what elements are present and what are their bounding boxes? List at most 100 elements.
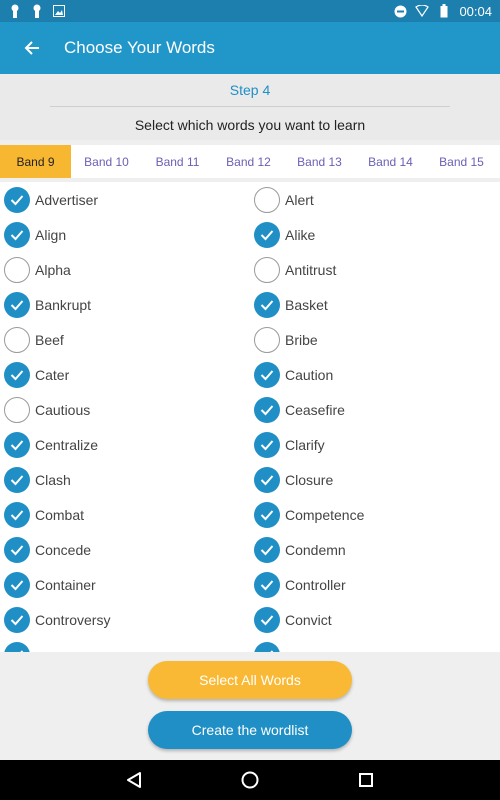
step-label: Step 4 (229, 82, 271, 98)
checkbox-checked-icon[interactable] (4, 466, 30, 493)
word-item[interactable]: Controversy (0, 602, 250, 637)
word-label: Competence (285, 506, 365, 523)
wifi-icon (415, 4, 430, 18)
checkbox-unchecked-icon[interactable] (4, 326, 30, 353)
select-all-button[interactable]: Select All Words (148, 661, 352, 699)
word-item[interactable]: Clarify (250, 427, 500, 462)
word-label: Alike (285, 226, 316, 243)
word-item[interactable]: Centralize (0, 427, 250, 462)
word-item[interactable]: Bribe (250, 322, 500, 357)
word-item[interactable]: Caution (250, 357, 500, 392)
word-item[interactable]: Cautious (0, 392, 250, 427)
word-item[interactable]: Alert (250, 182, 500, 217)
nav-home-button[interactable] (238, 768, 262, 792)
word-item[interactable]: Align (0, 217, 250, 252)
checkbox-checked-icon[interactable] (4, 186, 30, 213)
word-item[interactable]: Alike (250, 217, 500, 252)
app-bar: Choose Your Words (0, 22, 500, 74)
do-not-disturb-icon (393, 4, 407, 18)
word-item[interactable]: Ceasefire (250, 392, 500, 427)
word-label: Alpha (35, 261, 71, 278)
word-label: Controller (285, 576, 346, 593)
tab-band-15[interactable]: Band 15 (426, 145, 497, 178)
word-label: Antitrust (285, 261, 337, 278)
back-button[interactable] (0, 22, 64, 74)
checkbox-checked-icon[interactable] (4, 431, 30, 458)
word-label: Advertiser (35, 191, 99, 208)
word-item[interactable]: Convict (250, 602, 500, 637)
checkbox-checked-icon[interactable] (254, 396, 280, 423)
tab-band-12[interactable]: Band 12 (213, 145, 284, 178)
tab-band-14[interactable]: Band 14 (355, 145, 426, 178)
battery-icon (437, 4, 451, 18)
word-item[interactable]: Beef (0, 322, 250, 357)
checkbox-unchecked-icon[interactable] (4, 256, 30, 283)
checkbox-checked-icon[interactable] (4, 641, 30, 652)
word-list: Advertiser Align Alpha Bankrupt Beef Cater Cau… (0, 182, 500, 652)
nav-recents-button[interactable] (354, 768, 378, 792)
word-label: Basket (285, 296, 328, 313)
checkbox-checked-icon[interactable] (4, 221, 30, 248)
word-item[interactable]: Competence (250, 497, 500, 532)
word-item[interactable]: Antitrust (250, 252, 500, 287)
checkbox-checked-icon[interactable] (254, 606, 280, 633)
checkbox-checked-icon[interactable] (254, 291, 280, 318)
word-item[interactable]: Controller (250, 567, 500, 602)
word-label: Centralize (35, 436, 99, 453)
word-item[interactable]: Container (0, 567, 250, 602)
word-label: Container (35, 576, 96, 593)
checkbox-checked-icon[interactable] (254, 501, 280, 528)
arrow-back-icon (24, 41, 39, 55)
checkbox-checked-icon[interactable] (254, 221, 280, 248)
word-item[interactable]: Concede (0, 532, 250, 567)
word-label: Convict (285, 611, 332, 628)
keyhole-icon (30, 4, 44, 18)
checkbox-unchecked-icon[interactable] (254, 326, 280, 353)
nav-back-button[interactable] (122, 768, 146, 792)
word-label: Align (35, 226, 67, 243)
word-item[interactable]: Advertiser (0, 182, 250, 217)
create-wordlist-button[interactable]: Create the wordlist (148, 711, 352, 749)
checkbox-checked-icon[interactable] (4, 361, 30, 388)
tab-band-13[interactable]: Band 13 (284, 145, 355, 178)
word-label: Clarify (285, 436, 325, 453)
word-label: Condemn (285, 541, 346, 558)
word-item[interactable]: Bankrupt (0, 287, 250, 322)
tab-band-9[interactable]: Band 9 (0, 145, 71, 178)
word-item[interactable]: Cater (0, 357, 250, 392)
word-label: Cautious (35, 401, 91, 418)
checkbox-checked-icon[interactable] (254, 536, 280, 563)
checkbox-unchecked-icon[interactable] (254, 186, 280, 213)
tab-band-10[interactable]: Band 10 (71, 145, 142, 178)
word-item[interactable]: Clash (0, 462, 250, 497)
word-item[interactable] (0, 637, 250, 652)
checkbox-checked-icon[interactable] (4, 291, 30, 318)
word-label: Combat (35, 506, 85, 523)
checkbox-checked-icon[interactable] (254, 571, 280, 598)
tab-band-11[interactable]: Band 11 (142, 145, 213, 178)
band-tabs: Band 9 Band 10 Band 11 Band 12 Band 13 B… (0, 145, 500, 178)
checkbox-checked-icon[interactable] (254, 466, 280, 493)
word-item[interactable]: Closure (250, 462, 500, 497)
checkbox-checked-icon[interactable] (4, 571, 30, 598)
checkbox-checked-icon[interactable] (254, 641, 280, 652)
word-item[interactable]: Condemn (250, 532, 500, 567)
checkbox-unchecked-icon[interactable] (4, 396, 30, 423)
checkbox-unchecked-icon[interactable] (254, 256, 280, 283)
image-icon (52, 4, 66, 18)
keyhole-icon (8, 4, 22, 18)
word-item[interactable]: Combat (0, 497, 250, 532)
word-item[interactable]: Basket (250, 287, 500, 322)
checkbox-checked-icon[interactable] (4, 501, 30, 528)
word-item[interactable] (250, 637, 500, 652)
checkbox-checked-icon[interactable] (4, 606, 30, 633)
word-label: Bribe (285, 331, 318, 348)
word-label: Controversy (35, 611, 111, 628)
triangle-back-icon (127, 772, 141, 788)
checkbox-checked-icon[interactable] (254, 361, 280, 388)
checkbox-checked-icon[interactable] (4, 536, 30, 563)
word-item[interactable]: Alpha (0, 252, 250, 287)
divider (50, 106, 450, 107)
word-label: Concede (35, 541, 92, 558)
checkbox-checked-icon[interactable] (254, 431, 280, 458)
